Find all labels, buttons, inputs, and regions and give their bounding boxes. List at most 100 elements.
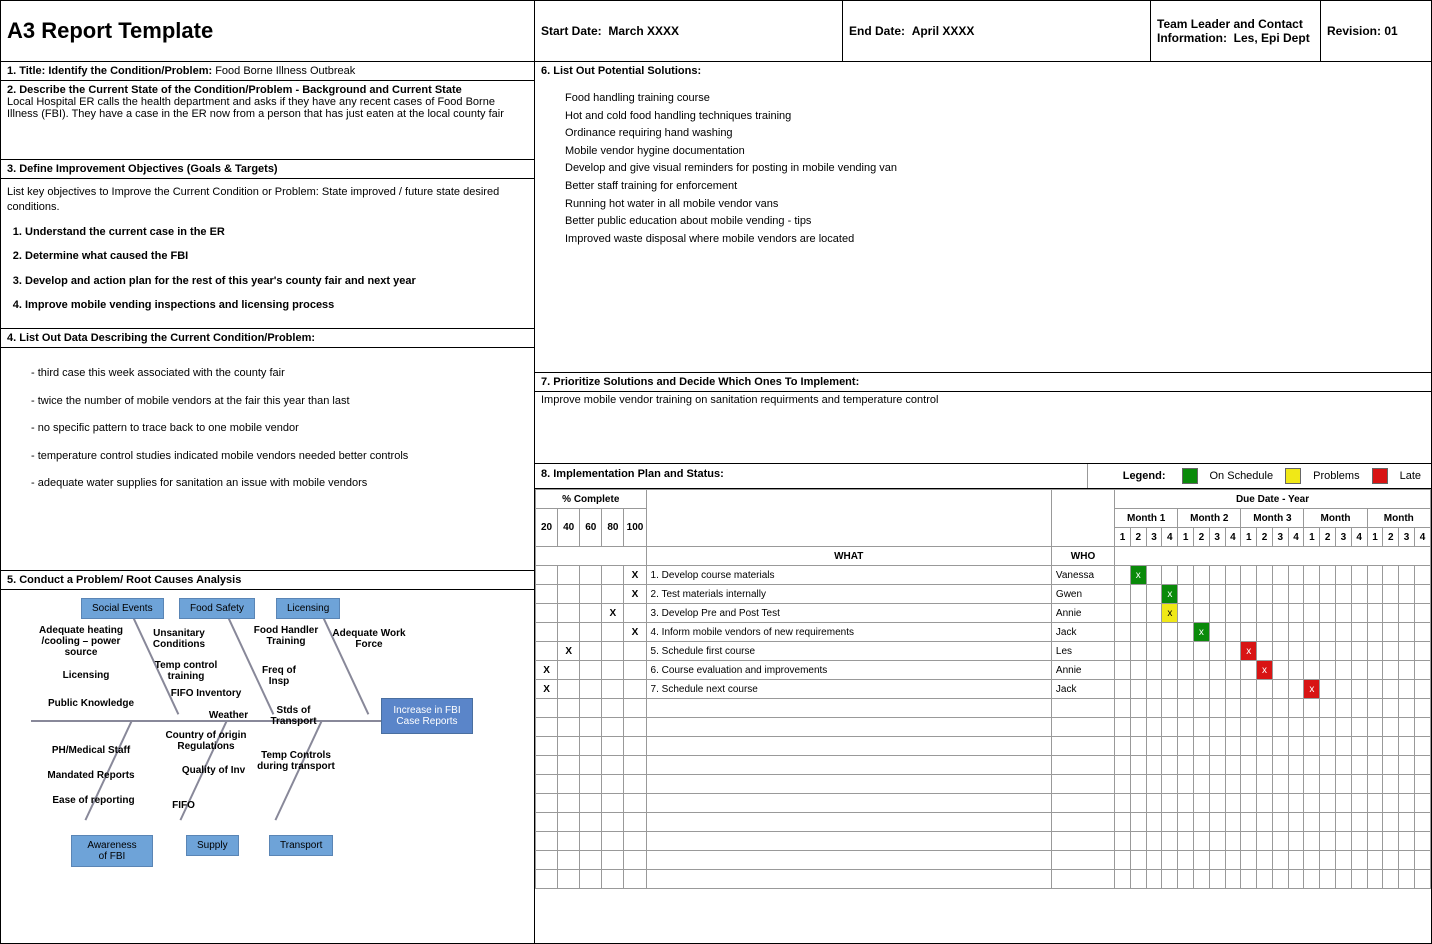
task-who: Annie xyxy=(1051,604,1114,623)
solution-item: Better staff training for enforcement xyxy=(565,178,1425,196)
week-header: 1 xyxy=(1178,528,1194,547)
fishbone-cause: FIFO xyxy=(166,800,201,811)
header-row: A3 Report Template Start Date: March XXX… xyxy=(1,1,1431,62)
implementation-table: % Complete Due Date - Year 20 40 60 80 1… xyxy=(535,489,1431,889)
task-who xyxy=(1051,870,1114,889)
fishbone-category: Licensing xyxy=(276,598,340,619)
task-what: 1. Develop course materials xyxy=(646,566,1051,585)
legend-swatch-red xyxy=(1372,468,1388,484)
task-what xyxy=(646,737,1051,756)
section-8-heading: 8. Implementation Plan and Status: xyxy=(535,464,1087,488)
week-header: 3 xyxy=(1399,528,1415,547)
fishbone-category: Social Events xyxy=(81,598,164,619)
pct-col: 20 xyxy=(536,509,558,547)
task-who xyxy=(1051,794,1114,813)
section-3-intro: List key objectives to Improve the Curre… xyxy=(7,186,499,213)
fishbone-cause: Food Handler Training xyxy=(251,625,321,647)
task-what xyxy=(646,775,1051,794)
task-who xyxy=(1051,775,1114,794)
task-what: 4. Inform mobile vendors of new requirem… xyxy=(646,623,1051,642)
month-header: Month 1 xyxy=(1115,509,1178,528)
table-row xyxy=(536,775,1431,794)
due-date-header: Due Date - Year xyxy=(1115,490,1431,509)
week-header: 4 xyxy=(1351,528,1367,547)
legend-late: Late xyxy=(1400,470,1421,482)
month-header: Month 2 xyxy=(1178,509,1241,528)
leader-value: Les, Epi Dept xyxy=(1234,31,1310,45)
task-who xyxy=(1051,699,1114,718)
week-header: 3 xyxy=(1146,528,1162,547)
fishbone-cause: Weather xyxy=(201,710,256,721)
section-1: 1. Title: Identify the Condition/Problem… xyxy=(1,62,534,81)
table-row: X6. Course evaluation and improvementsAn… xyxy=(536,661,1431,680)
pct-col: 40 xyxy=(558,509,580,547)
table-row xyxy=(536,832,1431,851)
week-header: 4 xyxy=(1414,528,1430,547)
objective-item: Improve mobile vending inspections and l… xyxy=(25,298,528,313)
week-header: 2 xyxy=(1257,528,1273,547)
week-header: 2 xyxy=(1194,528,1210,547)
week-header: 3 xyxy=(1272,528,1288,547)
task-who xyxy=(1051,756,1114,775)
fishbone-cause: Adequate Work Force xyxy=(329,628,409,650)
impl-header-row: 8. Implementation Plan and Status: Legen… xyxy=(535,464,1431,489)
fishbone-cause: Stds of Transport xyxy=(266,705,321,727)
table-row xyxy=(536,737,1431,756)
task-what: 6. Course evaluation and improvements xyxy=(646,661,1051,680)
fishbone-cause: Freq of Insp xyxy=(259,665,299,687)
table-row: X5. Schedule first courseLesx xyxy=(536,642,1431,661)
fishbone-cause: Adequate heating /cooling – power source xyxy=(36,625,126,658)
solutions-list: Food handling training course Hot and co… xyxy=(565,90,1425,248)
what-header: WHAT xyxy=(646,547,1051,566)
objective-item: Understand the current case in the ER xyxy=(25,225,528,240)
start-date-cell: Start Date: March XXXX xyxy=(535,1,843,61)
page-title: A3 Report Template xyxy=(1,1,535,61)
fishbone-cause: PH/Medical Staff xyxy=(46,745,136,756)
month-header: Month xyxy=(1367,509,1430,528)
task-what: 5. Schedule first course xyxy=(646,642,1051,661)
pct-col: 100 xyxy=(624,509,646,547)
table-row: X4. Inform mobile vendors of new require… xyxy=(536,623,1431,642)
section-2-heading: 2. Describe the Current State of the Con… xyxy=(7,84,462,96)
week-header: 3 xyxy=(1336,528,1352,547)
solution-item: Improved waste disposal where mobile ven… xyxy=(565,231,1425,249)
leader-cell: Team Leader and Contact Information: Les… xyxy=(1151,1,1321,61)
section-8: 8. Implementation Plan and Status: Legen… xyxy=(535,464,1431,889)
solution-item: Hot and cold food handling techniques tr… xyxy=(565,108,1425,126)
week-header: 4 xyxy=(1225,528,1241,547)
section-5-heading: 5. Conduct a Problem/ Root Causes Analys… xyxy=(1,571,534,590)
task-what xyxy=(646,756,1051,775)
task-what: 2. Test materials internally xyxy=(646,585,1051,604)
solution-item: Mobile vendor hygine documentation xyxy=(565,143,1425,161)
section-4: 4. List Out Data Describing the Current … xyxy=(1,329,534,571)
table-row xyxy=(536,794,1431,813)
revision-cell: Revision: 01 xyxy=(1321,1,1431,61)
end-date-cell: End Date: April XXXX xyxy=(843,1,1151,61)
fishbone-cause: Country of origin Regulations xyxy=(161,730,251,752)
table-row: X7. Schedule next courseJackx xyxy=(536,680,1431,699)
fishbone-cause: Ease of reporting xyxy=(46,795,141,806)
solution-item: Ordinance requiring hand washing xyxy=(565,125,1425,143)
pct-complete-header: % Complete xyxy=(536,490,647,509)
data-item: - no specific pattern to trace back to o… xyxy=(31,421,528,436)
objective-item: Develop and action plan for the rest of … xyxy=(25,274,528,289)
right-column: 6. List Out Potential Solutions: Food ha… xyxy=(535,62,1431,944)
table-row xyxy=(536,756,1431,775)
fishbone-cause: Quality of Inv xyxy=(176,765,251,776)
section-4-heading: 4. List Out Data Describing the Current … xyxy=(1,329,534,348)
data-item: - temperature control studies indicated … xyxy=(31,449,528,464)
start-date-value: March XXXX xyxy=(608,24,679,38)
table-row: % Complete Due Date - Year xyxy=(536,490,1431,509)
fishbone-cause: Unsanitary Conditions xyxy=(149,628,209,650)
section-7: 7. Prioritize Solutions and Decide Which… xyxy=(535,373,1431,464)
week-header: 1 xyxy=(1241,528,1257,547)
section-3: 3. Define Improvement Objectives (Goals … xyxy=(1,160,534,329)
solution-item: Develop and give visual reminders for po… xyxy=(565,160,1425,178)
end-date-label: End Date: xyxy=(849,24,905,38)
task-what xyxy=(646,832,1051,851)
objectives-list: Understand the current case in the ER De… xyxy=(25,225,528,314)
fishbone-cause: Public Knowledge xyxy=(46,698,136,709)
month-header: Month 3 xyxy=(1241,509,1304,528)
table-row: X3. Develop Pre and Post TestAnniex xyxy=(536,604,1431,623)
week-header: 2 xyxy=(1130,528,1146,547)
